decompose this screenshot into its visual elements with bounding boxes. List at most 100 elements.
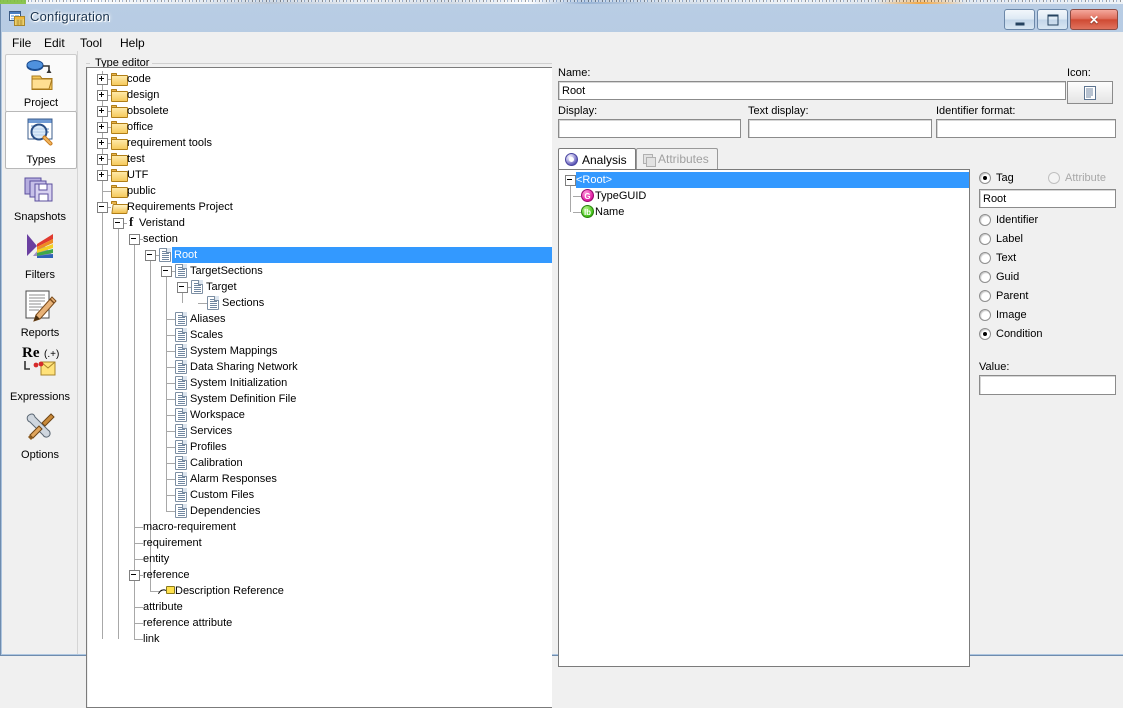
value-input[interactable] — [979, 375, 1116, 395]
tree-item-label: Dependencies — [190, 505, 261, 517]
tree-item-label: Scales — [190, 329, 224, 341]
tab-attributes[interactable]: Attributes — [636, 148, 718, 169]
radio-condition-indicator — [979, 328, 991, 340]
tab-strip: Analysis Attributes — [558, 148, 970, 170]
folder-icon — [111, 152, 128, 166]
tree-spine — [166, 271, 167, 511]
tag-value-text: Root — [983, 193, 1007, 205]
sidebar-label-reports: Reports — [20, 327, 60, 339]
tree-item-label: Data Sharing Network — [190, 361, 298, 373]
sidebar-item-reports[interactable]: Reports — [5, 285, 75, 341]
folder-icon — [111, 200, 129, 214]
tree-item-label: Sections — [222, 297, 265, 309]
type-tree-panel[interactable]: code design obsolete office requirement tool… — [86, 67, 552, 708]
snapshots-disks-icon — [23, 172, 57, 206]
sidebar-item-options[interactable]: Options — [5, 407, 75, 463]
radio-identifier-label: Identifier — [996, 214, 1039, 226]
document-icon — [175, 360, 187, 374]
sidebar-item-expressions[interactable]: Re (.+) Expressions — [5, 343, 75, 405]
menu-item-edit[interactable]: Edit — [39, 35, 70, 51]
tree-expand-icon[interactable] — [97, 138, 108, 149]
text-display-input[interactable] — [748, 119, 932, 138]
name-input[interactable]: Root — [558, 81, 1066, 100]
sidebar-item-types[interactable]: Types — [5, 111, 77, 169]
tag-value-input[interactable]: Root — [979, 189, 1116, 208]
tree-connector — [166, 463, 175, 464]
analysis-tree-item[interactable]: Name — [595, 204, 624, 220]
close-button[interactable]: ✕ — [1070, 9, 1118, 30]
radio-tag-indicator — [979, 172, 991, 184]
tree-expand-icon[interactable] — [97, 90, 108, 101]
tree-connector — [134, 607, 143, 608]
tree-item-label: design — [127, 89, 160, 101]
sidebar-label-expressions: Expressions — [10, 391, 70, 403]
radio-image-indicator — [979, 309, 991, 321]
tree-connector — [134, 527, 143, 528]
tree-item-label: test — [127, 153, 145, 165]
tree-item-label: Services — [190, 425, 233, 437]
sidebar-item-snapshots[interactable]: Snapshots — [5, 169, 75, 225]
tree-connector — [166, 383, 175, 384]
sidebar-item-filters[interactable]: Filters — [5, 227, 75, 283]
icon-picker-button[interactable] — [1067, 81, 1113, 104]
title-bar[interactable]: Configuration ✕ — [1, 4, 1123, 32]
window-title: Configuration — [30, 9, 110, 24]
tree-connector — [166, 495, 175, 496]
reports-pencil-icon — [23, 288, 57, 322]
tree-item-label: Workspace — [190, 409, 245, 421]
analysis-tree-spine — [570, 186, 571, 212]
attributes-panes-icon — [643, 154, 656, 167]
tree-collapse-icon[interactable] — [145, 250, 156, 261]
tree-collapse-icon[interactable] — [129, 570, 140, 581]
tree-expand-icon[interactable] — [97, 122, 108, 133]
expressions-regex-icon: Re (.+) — [14, 343, 66, 377]
analysis-tree-panel[interactable]: <Root> G TypeGUID Ib Name — [558, 169, 970, 667]
document-icon — [175, 424, 187, 438]
navigation-sidebar: Project Types Snapshots Filters Reports … — [2, 51, 78, 654]
menu-item-tool[interactable]: Tool — [75, 35, 107, 51]
analysis-tree-item[interactable]: TypeGUID — [595, 188, 646, 204]
tree-expand-icon[interactable] — [97, 106, 108, 117]
tree-item[interactable]: Root — [172, 247, 552, 263]
document-icon — [175, 488, 187, 502]
tree-item-label: Alarm Responses — [190, 473, 277, 485]
menu-bar: File Edit Tool Help — [2, 32, 1123, 52]
tree-expand-icon[interactable] — [97, 154, 108, 165]
document-icon — [175, 392, 187, 406]
radio-text-label: Text — [996, 252, 1017, 264]
types-magnifier-icon — [24, 115, 58, 149]
tree-expand-icon[interactable] — [97, 170, 108, 181]
radio-image-label: Image — [996, 309, 1027, 321]
display-input[interactable] — [558, 119, 741, 138]
tab-attributes-label: Attributes — [658, 152, 709, 166]
tab-analysis[interactable]: Analysis — [558, 148, 636, 170]
sidebar-label-filters: Filters — [25, 269, 55, 281]
radio-attribute-indicator — [1048, 172, 1060, 184]
tree-collapse-icon[interactable] — [177, 282, 188, 293]
tree-collapse-icon[interactable] — [161, 266, 172, 277]
maximize-button[interactable] — [1037, 9, 1068, 30]
tree-expand-icon[interactable] — [97, 74, 108, 85]
tree-collapse-icon[interactable] — [129, 234, 140, 245]
tree-collapse-icon[interactable] — [97, 202, 108, 213]
sidebar-item-project[interactable]: Project — [5, 54, 77, 112]
background-window-edges — [0, 0, 1123, 2]
tree-item-label: Requirements Project — [127, 201, 233, 213]
document-icon — [175, 408, 187, 422]
tree-item-label: TargetSections — [190, 265, 263, 277]
filters-prism-icon — [23, 230, 57, 264]
tree-item-label: Veristand — [139, 217, 185, 229]
analysis-tree-item[interactable]: <Root> — [576, 172, 969, 188]
tree-item-label: requirement tools — [127, 137, 212, 149]
document-icon — [175, 264, 187, 278]
analysis-collapse-icon[interactable] — [565, 175, 576, 186]
menu-item-file[interactable]: File — [7, 35, 36, 51]
document-icon — [159, 248, 171, 262]
tree-collapse-icon[interactable] — [113, 218, 124, 229]
minimize-button[interactable] — [1004, 9, 1035, 30]
identifier-format-input[interactable] — [936, 119, 1116, 138]
tree-connector — [134, 623, 143, 624]
menu-item-help[interactable]: Help — [115, 35, 150, 51]
folder-icon — [111, 120, 128, 134]
display-label: Display: — [558, 105, 598, 117]
